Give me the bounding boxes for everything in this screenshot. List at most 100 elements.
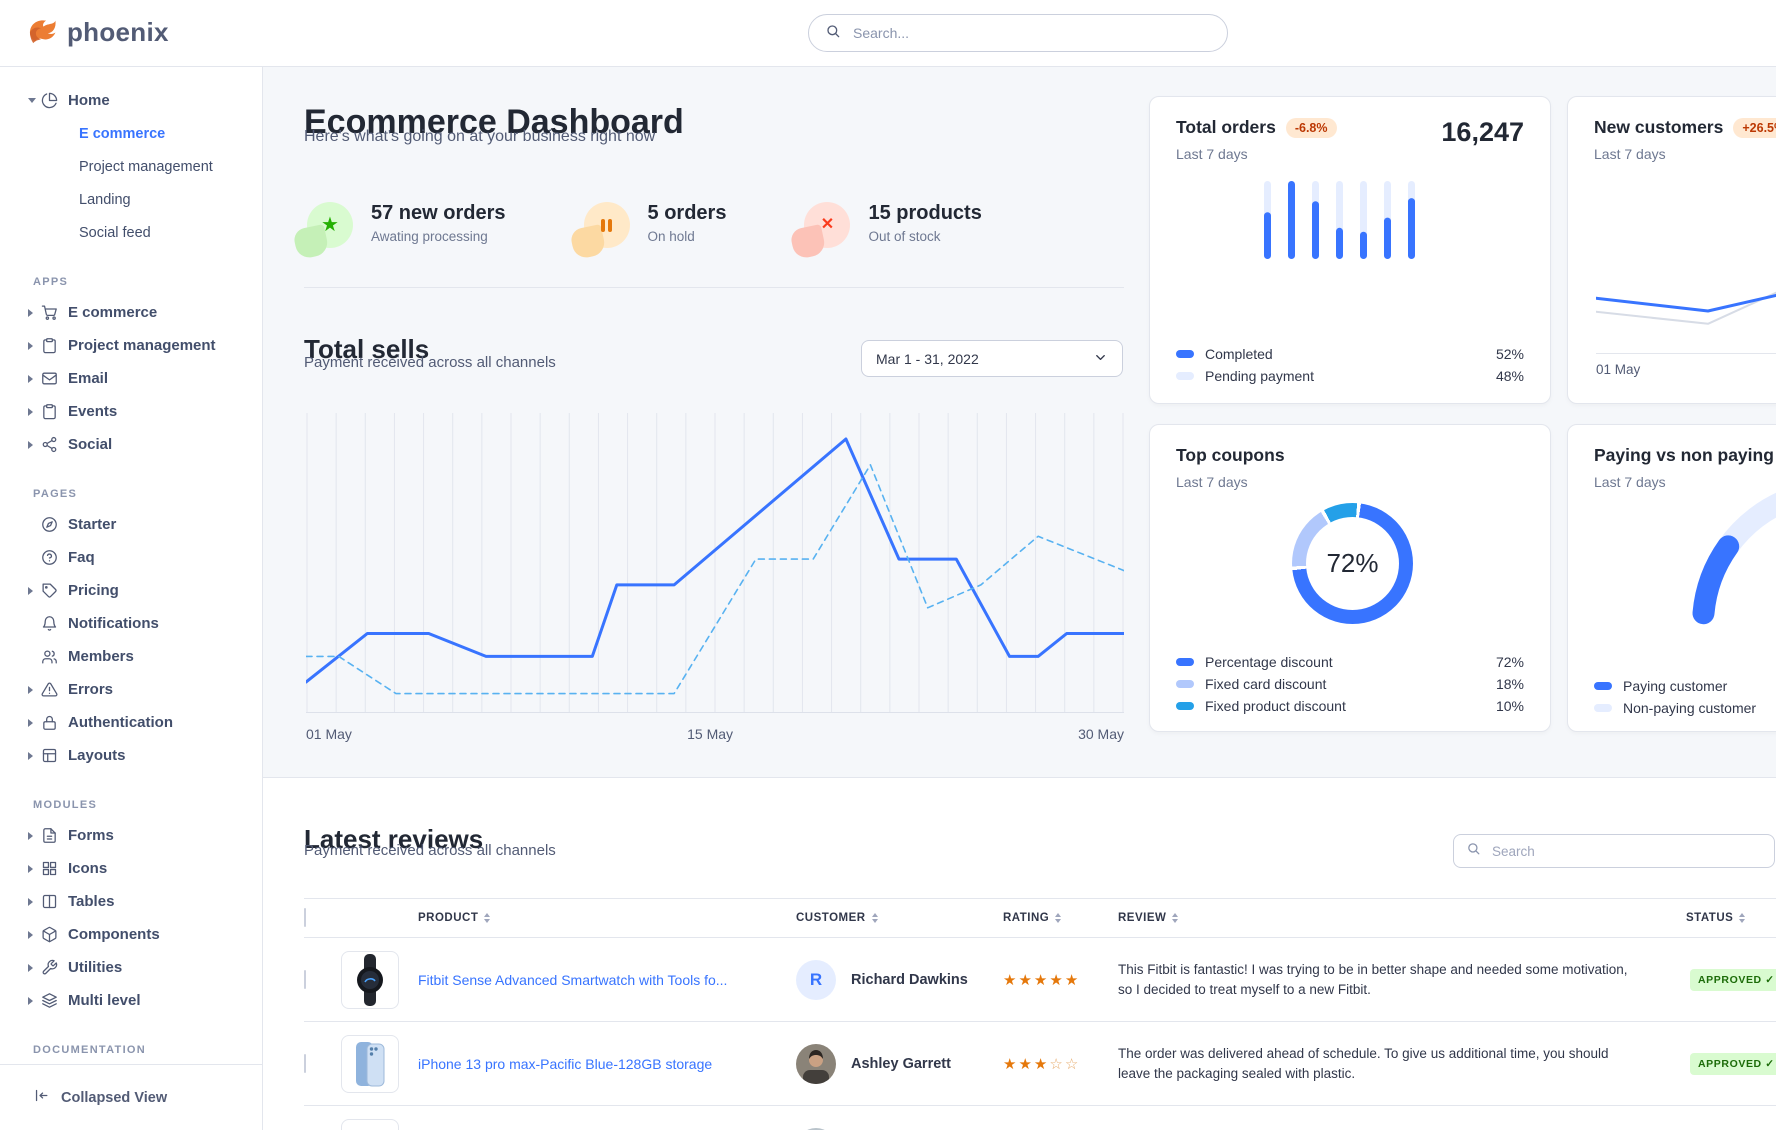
stat-icon-badge [584,202,630,248]
legend-value: 48% [1496,368,1524,384]
product-link[interactable]: iPhone 13 pro max-Pacific Blue-128GB sto… [418,1056,796,1072]
stat-value: 5 orders [648,202,727,225]
star-outline-icon: ☆ [1049,1056,1064,1073]
stat-icon-badge: ★ [307,202,353,248]
caret-right-icon [28,441,41,449]
stat-label: On hold [648,229,727,244]
rating-stars: ★★★☆☆ [1003,1055,1118,1073]
column-header-rating[interactable]: RATING [1003,912,1118,924]
caret-right-icon [28,342,41,350]
total-orders-value: 16,247 [1441,117,1524,148]
bell-icon [41,615,68,632]
dashboard-section: Ecommerce Dashboard Here's what's going … [263,66,1776,778]
brand-logo[interactable]: phoenix [24,13,169,52]
caret-right-icon [28,752,41,760]
select-all-checkbox[interactable] [304,908,306,927]
reviews-subtitle: Payment received across all channels [304,842,556,859]
card-period: Last 7 days [1594,146,1666,162]
caret-right-icon [28,931,41,939]
lock-icon [41,714,68,731]
caret-right-icon [28,832,41,840]
coupons-donut-chart: 72% [1292,503,1413,624]
legend-swatch [1176,658,1194,666]
column-header-review[interactable]: REVIEW [1118,912,1686,924]
sidebar-item-icons[interactable]: Icons [0,852,262,885]
star-outline-icon: ☆ [1065,1056,1080,1073]
sidebar-item-events[interactable]: Events [0,395,262,428]
column-header-customer[interactable]: CUSTOMER [796,912,1003,924]
caret-right-icon [28,686,41,694]
legend-label: Non-paying customer [1623,700,1756,716]
total-orders-card: Total orders -6.8% Last 7 days 16,247 Co… [1149,96,1551,404]
stat-label: Out of stock [868,229,981,244]
customer-name: Richard Dawkins [851,972,968,988]
review-text: This Fitbit is fantastic! I was trying t… [1118,960,1686,999]
stat-warning: 5 orders On hold [584,202,727,248]
share-icon [41,436,68,453]
sidebar-item-authentication[interactable]: Authentication [0,706,262,739]
date-range-select[interactable]: Mar 1 - 31, 2022 [861,340,1123,377]
sidebar-item-home[interactable]: Home [0,84,262,117]
stat-icon-badge: ✕ [804,202,850,248]
reviews-search-input[interactable] [1490,843,1762,860]
row-checkbox[interactable] [304,1054,306,1073]
row-checkbox[interactable] [304,970,306,989]
sidebar-item-project-management[interactable]: Project management [0,329,262,362]
total-sells-subtitle: Payment received across all channels [304,354,556,371]
legend-swatch [1594,704,1612,712]
sidebar-section-label: APPS [0,276,262,288]
reviews-table: PRODUCTCUSTOMERRATINGREVIEWSTATUS Fitbit … [304,898,1776,1130]
legend-row: Completed52% [1176,343,1524,365]
sidebar-section-label: DOCUMENTATION [0,1044,262,1056]
sidebar-item-errors[interactable]: Errors [0,673,262,706]
sidebar-item-landing[interactable]: Landing [0,183,262,216]
sidebar-item-social[interactable]: Social [0,428,262,461]
page-subtitle: Here's what's going on at your business … [304,128,655,146]
sidebar-item-layouts[interactable]: Layouts [0,739,262,772]
sidebar-item-email[interactable]: Email [0,362,262,395]
x-tick: 15 May [687,726,733,742]
sidebar: HomeE commerceProject managementLandingS… [0,66,263,1130]
change-badge: +26.5% [1733,118,1776,138]
card-period: Last 7 days [1176,146,1248,162]
pause-icon [601,219,612,232]
global-search-input[interactable] [851,24,1211,42]
latest-reviews-section: Latest reviews Payment received across a… [263,778,1776,1130]
sidebar-item-multi-level[interactable]: Multi level [0,984,262,1017]
legend-row: Fixed card discount18% [1176,673,1524,695]
sidebar-item-forms[interactable]: Forms [0,819,262,852]
column-header-status[interactable]: STATUS [1686,912,1776,924]
legend-swatch [1176,372,1194,380]
product-link[interactable]: Fitbit Sense Advanced Smartwatch with To… [418,972,796,988]
sidebar-item-social-feed[interactable]: Social feed [0,216,262,249]
legend-swatch [1176,702,1194,710]
sidebar-item-members[interactable]: Members [0,640,262,673]
sidebar-item-notifications[interactable]: Notifications [0,607,262,640]
star-icon: ★ [321,215,339,235]
sidebar-item-e-commerce[interactable]: E commerce [0,117,262,150]
sidebar-item-e-commerce[interactable]: E commerce [0,296,262,329]
sidebar-item-pricing[interactable]: Pricing [0,574,262,607]
status-badge: APPROVED ✓ [1690,969,1776,991]
sidebar-item-tables[interactable]: Tables [0,885,262,918]
column-header-product[interactable]: PRODUCT [418,912,796,924]
axis-line [1596,353,1776,354]
sidebar-item-components[interactable]: Components [0,918,262,951]
chevron-down-icon [1093,350,1108,368]
legend-row: Paying customer [1594,675,1776,697]
stat-danger: ✕15 productsOut of stock [804,202,981,248]
caret-right-icon [28,587,41,595]
sidebar-item-starter[interactable]: Starter [0,508,262,541]
sidebar-item-utilities[interactable]: Utilities [0,951,262,984]
search-icon [1466,841,1481,861]
caret-right-icon [28,719,41,727]
x-icon: ✕ [821,217,834,233]
collapse-sidebar-button[interactable]: Collapsed View [0,1064,262,1130]
orders-bar-chart [1262,179,1432,268]
sidebar-item-faq[interactable]: Faq [0,541,262,574]
star-filled-icon: ★ [1065,972,1080,989]
status-badge: APPROVED ✓ [1690,1053,1776,1075]
sidebar-item-project-management[interactable]: Project management [0,150,262,183]
card-title: Top coupons [1176,445,1285,466]
avatar: R [796,960,836,1000]
